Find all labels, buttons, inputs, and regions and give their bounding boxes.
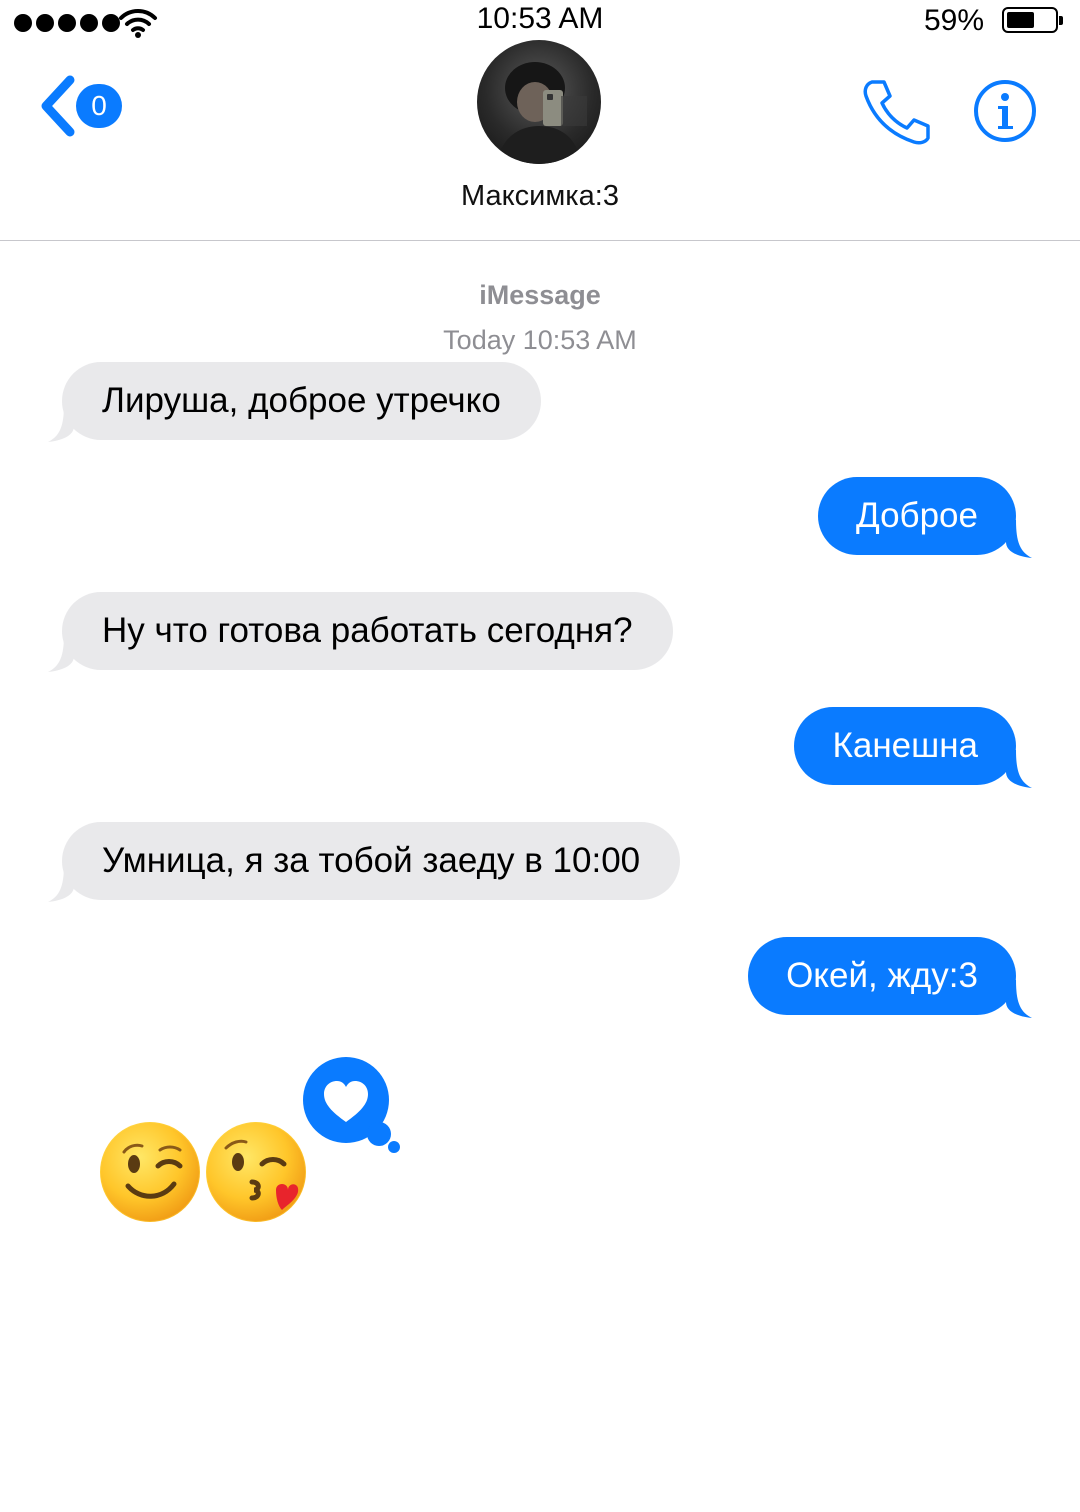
status-bar: 10:53 AM 59%: [0, 0, 1080, 44]
message-outgoing[interactable]: Доброе: [817, 477, 1016, 555]
message-incoming[interactable]: Ну что готова работать сегодня?: [62, 592, 673, 670]
phone-icon: [863, 80, 930, 145]
conversation-timestamp: Today 10:53 AM: [443, 325, 637, 355]
heart-tapback-icon[interactable]: [302, 1056, 406, 1160]
unread-count-badge[interactable]: 0: [76, 84, 122, 128]
avatar-photo: [497, 62, 587, 164]
face-blowing-kiss-icon: [206, 1122, 306, 1222]
message-incoming[interactable]: Умница, я за тобой заеду в 10:00: [62, 822, 681, 900]
contact-name[interactable]: Максимка:3: [0, 180, 1080, 213]
status-time: 10:53 AM: [476, 2, 604, 35]
contact-avatar[interactable]: [477, 40, 601, 164]
winking-face-icon: [100, 1122, 200, 1222]
message-outgoing[interactable]: Канешна: [794, 707, 1016, 785]
battery-percent: 59%: [923, 4, 984, 37]
service-label: iMessage: [479, 280, 601, 310]
header-divider: [0, 240, 1080, 241]
call-button[interactable]: [860, 76, 934, 146]
battery-icon: [1002, 7, 1063, 33]
info-icon: [974, 80, 1036, 142]
info-button[interactable]: [972, 78, 1038, 144]
message-incoming[interactable]: Лируша, доброе утречко: [62, 362, 541, 440]
message-outgoing[interactable]: Окей, жду:3: [748, 937, 1016, 1015]
emoji-message[interactable]: [100, 1122, 306, 1222]
